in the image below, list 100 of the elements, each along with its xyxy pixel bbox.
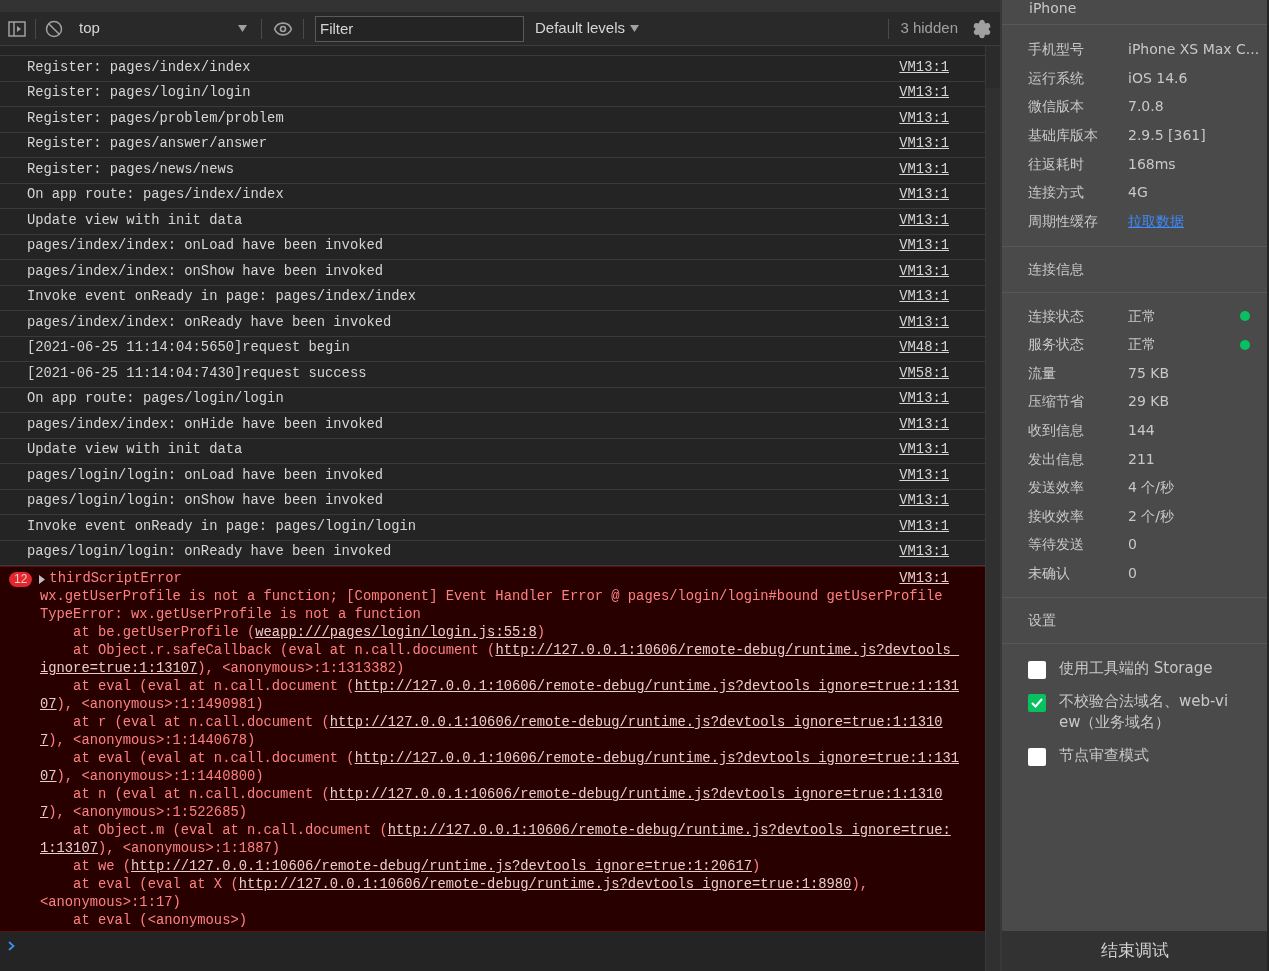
log-message: pages/index/index: onShow have been invoked xyxy=(27,262,385,281)
stack-line: 7), <anonymous>:1:1440678) xyxy=(40,732,257,750)
info-label: 运行系统 xyxy=(1028,68,1085,88)
source-link[interactable]: VM13:1 xyxy=(899,568,949,590)
log-message: pages/index/index: onHide have been invoked xyxy=(27,415,385,434)
log-message: Register: pages/index/index xyxy=(27,58,252,77)
stack-line: at eval (<anonymous>) xyxy=(72,912,248,930)
source-link[interactable]: VM13:1 xyxy=(899,210,949,232)
sidebar-toggle-icon[interactable] xyxy=(8,20,26,37)
caret-icon xyxy=(238,25,247,32)
info-label: 发送效率 xyxy=(1028,478,1085,498)
source-link[interactable]: VM13:1 xyxy=(899,159,949,181)
context-select[interactable]: top xyxy=(79,17,249,40)
info-label: 流量 xyxy=(1028,363,1057,383)
stack-line: at Object.r.safeCallback (eval at n.call.document (http://127.0.0.1:10606/remote-debug/runtime.js?devtools_ xyxy=(72,642,961,660)
source-link[interactable]: http://127.0.0.1:10606/remote-debug/runtime.js?devtools_ignore=true:1:131 xyxy=(354,679,960,694)
info-label: 接收效率 xyxy=(1028,506,1085,526)
device-name: iPhone xyxy=(1029,0,1077,16)
source-link[interactable]: VM13:1 xyxy=(899,414,949,436)
option-label: 不校验合法域名、web-view（业务域名） xyxy=(1059,690,1229,733)
source-link[interactable]: http://127.0.0.1:10606/remote-debug/runtime.js?devtools_ignore=true:1:1310 xyxy=(329,715,943,730)
source-link[interactable]: http://127.0.0.1:10606/remote-debug/runtime.js?devtools_ignore=true:1:131 xyxy=(354,751,960,766)
stack-line: wx.getUserProfile is not a function; [Component] Event Handler Error @ pages/login/login#bound getUserProfile xyxy=(40,588,944,606)
end-debug-button[interactable]: 结束调试 xyxy=(1002,931,1267,971)
clear-icon[interactable] xyxy=(45,19,63,38)
info-label: 服务状态 xyxy=(1028,335,1085,355)
source-link[interactable]: VM13:1 xyxy=(899,185,949,207)
info-value: iOS 14.6 xyxy=(1128,68,1188,88)
source-link[interactable]: http://127.0.0.1:10606/remote-debug/runtime.js?devtools_ignore=true:1:20617 xyxy=(131,859,753,874)
expand-icon[interactable] xyxy=(39,574,46,584)
log-message: Update view with init data xyxy=(27,211,244,230)
source-link[interactable]: VM48:1 xyxy=(899,338,949,360)
source-link[interactable]: VM13:1 xyxy=(899,287,949,309)
source-link[interactable]: VM13:1 xyxy=(899,261,949,283)
log-message: [2021-06-25 11:14:04:5650]request begin xyxy=(27,339,351,358)
source-link[interactable]: VM13:1 xyxy=(899,491,949,513)
source-link[interactable]: http://127.0.0.1:10606/remote-debug/runtime.js?devtools_ignore=true:1:1310 xyxy=(329,787,943,802)
source-link[interactable]: http://127.0.0.1:10606/remote-debug/runtime.js?devtools_ignore=true: xyxy=(387,823,951,838)
info-value: 144 xyxy=(1128,421,1156,440)
source-link[interactable]: VM13:1 xyxy=(899,542,949,564)
settings-icon[interactable] xyxy=(972,18,992,39)
source-link[interactable]: VM13:1 xyxy=(899,312,949,334)
info-value: 75 KB xyxy=(1128,363,1171,383)
source-link[interactable]: VM58:1 xyxy=(899,363,949,385)
source-link[interactable]: 1:13107 xyxy=(40,841,98,856)
source-link[interactable]: weapp:///pages/login/login.js:55:8 xyxy=(255,625,537,640)
source-link[interactable]: http://127.0.0.1:10606/remote-debug/runtime.js?devtools_ignore=true:1:8980 xyxy=(238,877,852,892)
hidden-count: 3 hidden xyxy=(900,18,958,39)
source-link[interactable]: VM13:1 xyxy=(899,108,949,130)
stack-line: at Object.m (eval at n.call.document (http://127.0.0.1:10606/remote-debug/runtime.js?devtools_ignore=true: xyxy=(72,822,952,840)
log-message: Register: pages/login/login xyxy=(27,84,252,103)
stack-line: 07), <anonymous>:1:1490981) xyxy=(40,696,265,714)
info-label: 连接方式 xyxy=(1028,183,1085,203)
info-label: 基础库版本 xyxy=(1028,125,1099,145)
source-link[interactable]: VM13:1 xyxy=(899,516,949,538)
info-value: 2.9.5 [361] xyxy=(1128,125,1206,145)
source-link[interactable]: http://127.0.0.1:10606/remote-debug/runtime.js?devtools_ xyxy=(495,643,960,658)
log-message: On app route: pages/login/login xyxy=(27,390,285,409)
caret-icon xyxy=(630,25,640,32)
checkbox[interactable] xyxy=(1028,660,1046,679)
source-link[interactable]: VM13:1 xyxy=(899,236,949,258)
log-message: Register: pages/answer/answer xyxy=(27,135,269,154)
info-label: 手机型号 xyxy=(1028,39,1085,59)
info-label: 微信版本 xyxy=(1028,97,1085,117)
source-link[interactable]: VM13:1 xyxy=(899,134,949,156)
source-link[interactable]: 07 xyxy=(40,697,57,712)
info-value: 211 xyxy=(1128,449,1156,469)
source-link[interactable]: VM13:1 xyxy=(899,389,949,411)
filter-field[interactable]: Filter xyxy=(315,15,524,42)
source-link[interactable]: 7 xyxy=(40,733,49,748)
stack-line: 1:13107), <anonymous>:1:1887) xyxy=(40,840,282,858)
info-value: 7.0.8 xyxy=(1128,97,1164,117)
checkbox[interactable] xyxy=(1028,693,1046,712)
source-link[interactable]: 07 xyxy=(40,769,57,784)
option-label: 节点审查模式 xyxy=(1059,744,1149,766)
levels-dropdown[interactable]: Default levels xyxy=(535,17,640,40)
stack-line: at we (http://127.0.0.1:10606/remote-debug/runtime.js?devtools_ignore=true:1:20617) xyxy=(72,858,762,876)
log-message: pages/login/login: onLoad have been invoked xyxy=(27,466,385,485)
stack-line: at eval (eval at X (http://127.0.0.1:10606/remote-debug/runtime.js?devtools_ignore=true:1:8980), xyxy=(72,876,869,894)
log-message: Invoke event onReady in page: pages/index/index xyxy=(27,288,418,307)
log-message: pages/login/login: onReady have been invoked xyxy=(27,543,393,562)
log-message: pages/login/login: onShow have been invoked xyxy=(27,492,385,511)
source-link[interactable]: VM13:1 xyxy=(899,57,949,79)
info-value: 正常 xyxy=(1128,335,1157,355)
info-label: 连接状态 xyxy=(1028,306,1085,326)
info-label: 周期性缓存 xyxy=(1028,211,1099,231)
checkbox[interactable] xyxy=(1028,747,1046,766)
info-label: 收到信息 xyxy=(1028,421,1085,440)
source-link[interactable]: VM13:1 xyxy=(899,83,949,105)
scrollbar[interactable] xyxy=(985,46,1000,971)
source-link[interactable]: ignore=true:1:13107 xyxy=(40,661,198,676)
log-message: Invoke event onReady in page: pages/login/login xyxy=(27,517,418,536)
source-link[interactable]: 7 xyxy=(40,805,49,820)
section-title: 设置 xyxy=(1028,610,1056,630)
info-value: 29 KB xyxy=(1128,392,1171,412)
info-value: 4G xyxy=(1128,183,1148,203)
error-count-badge: 12 xyxy=(9,571,33,587)
info-value: 4 个/秒 xyxy=(1128,478,1176,498)
source-link[interactable]: VM13:1 xyxy=(899,465,949,487)
source-link[interactable]: VM13:1 xyxy=(899,440,949,462)
